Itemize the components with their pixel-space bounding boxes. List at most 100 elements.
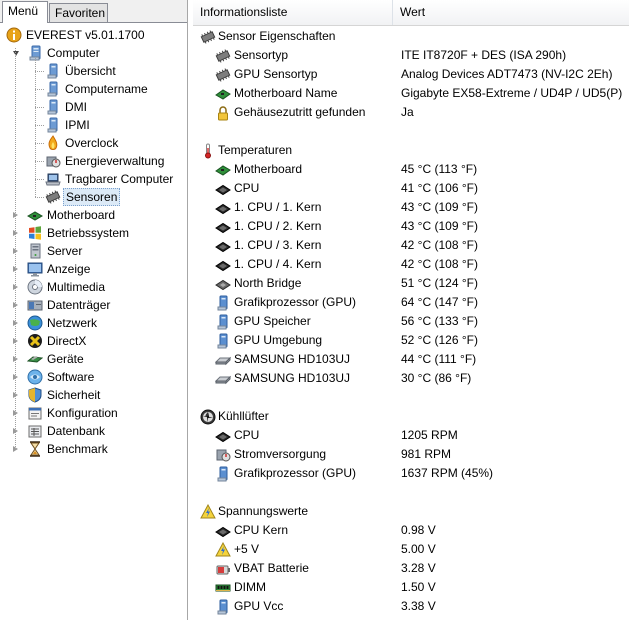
list-row-motherboard[interactable]: Motherboard 45 °C (113 °F): [193, 160, 629, 179]
security-icon: [27, 387, 43, 403]
row-value: 42 °C (108 °F): [401, 238, 478, 252]
tree-item-datenbank[interactable]: Datenbank: [0, 422, 187, 440]
list-row-grafikprozessor-gpu[interactable]: Grafikprozessor (GPU) 64 °C (147 °F): [193, 293, 629, 312]
tree-item-computer[interactable]: Computer: [0, 44, 187, 62]
list-row-cpu[interactable]: CPU 1205 RPM: [193, 426, 629, 445]
tree-item-label: Netzwerk: [47, 316, 98, 330]
tree-item-label: DMI: [65, 100, 87, 114]
list-row-dimm[interactable]: DIMM 1.50 V: [193, 578, 629, 597]
storage-icon: [27, 297, 43, 313]
sensor-chip-icon: [200, 29, 216, 44]
row-label: 1. CPU / 2. Kern: [234, 219, 322, 233]
cpu-icon: [215, 200, 231, 215]
laptop-icon: [45, 171, 61, 187]
tree-item-energieverwaltung[interactable]: Energieverwaltung: [0, 152, 187, 170]
list-row-5-v[interactable]: +5 V 5.00 V: [193, 540, 629, 559]
tree-item-software[interactable]: Software: [0, 368, 187, 386]
list-row-gpu-speicher[interactable]: GPU Speicher 56 °C (133 °F): [193, 312, 629, 331]
row-label: 1. CPU / 3. Kern: [234, 238, 322, 252]
info-page-icon: [45, 99, 61, 115]
tree-item-geraete[interactable]: Geräte: [0, 350, 187, 368]
tree-item-anzeige[interactable]: Anzeige: [0, 260, 187, 278]
power-icon: [45, 153, 61, 169]
column-header-wert[interactable]: Wert: [393, 0, 600, 25]
list-row-stromversorgung[interactable]: Stromversorgung 981 RPM: [193, 445, 629, 464]
list-row-grafikprozessor-gpu[interactable]: Grafikprozessor (GPU) 1637 RPM (45%): [193, 464, 629, 483]
cpu-icon: [215, 238, 231, 253]
tree-item-server[interactable]: Server: [0, 242, 187, 260]
list-row-1-cpu-3-kern[interactable]: 1. CPU / 3. Kern 42 °C (108 °F): [193, 236, 629, 255]
tree-item-label: Sicherheit: [47, 388, 101, 402]
tree-item-konfiguration[interactable]: Konfiguration: [0, 404, 187, 422]
list-row-samsung-hd103uj[interactable]: SAMSUNG HD103UJ 44 °C (111 °F): [193, 350, 629, 369]
list-row-cpu-kern[interactable]: CPU Kern 0.98 V: [193, 521, 629, 540]
list-row-gpu-umgebung[interactable]: GPU Umgebung 52 °C (126 °F): [193, 331, 629, 350]
list-row-samsung-hd103uj[interactable]: SAMSUNG HD103UJ 30 °C (86 °F): [193, 369, 629, 388]
list-row-1-cpu-2-kern[interactable]: 1. CPU / 2. Kern 43 °C (109 °F): [193, 217, 629, 236]
info-page-icon: [45, 81, 61, 97]
tree-item-label: Computer: [47, 46, 100, 60]
tree-item-overclock[interactable]: Overclock: [0, 134, 187, 152]
tab-favorites[interactable]: Favoriten: [49, 3, 108, 22]
devices-icon: [27, 351, 43, 367]
row-value: Gigabyte EX58-Extreme / UD4P / UD5(P): [401, 86, 623, 100]
row-value: Analog Devices ADT7473 (NV-I2C 2Eh): [401, 67, 613, 81]
group-header-kuehlluefter[interactable]: Kühllüfter: [193, 407, 629, 426]
server-icon: [27, 243, 43, 259]
row-value: 64 °C (147 °F): [401, 295, 478, 309]
motherboard-icon: [215, 162, 231, 177]
list-row-gpu-vcc[interactable]: GPU Vcc 3.38 V: [193, 597, 629, 616]
row-value: 52 °C (126 °F): [401, 333, 478, 347]
tree-item-directx[interactable]: DirectX: [0, 332, 187, 350]
database-icon: [27, 423, 43, 439]
tree-item-motherboard[interactable]: Motherboard: [0, 206, 187, 224]
tab-menu[interactable]: Menü: [2, 1, 48, 23]
group-header-sensor-eigenschaften[interactable]: Sensor Eigenschaften: [193, 27, 629, 46]
list-row-motherboard-name[interactable]: Motherboard Name Gigabyte EX58-Extreme / …: [193, 84, 629, 103]
cpu-icon: [215, 219, 231, 234]
column-header-informationsliste[interactable]: Informationsliste: [193, 0, 393, 25]
info-page-icon: [45, 117, 61, 133]
group-header-temperaturen[interactable]: Temperaturen: [193, 141, 629, 160]
tree-item-computername[interactable]: Computername: [0, 80, 187, 98]
row-label: Motherboard Name: [234, 86, 338, 100]
fan-icon: [200, 409, 216, 425]
multimedia-icon: [27, 279, 43, 295]
list-row-north-bridge[interactable]: North Bridge 51 °C (124 °F): [193, 274, 629, 293]
list-row-gehaeusezutritt-gefunden[interactable]: Gehäusezutritt gefunden Ja: [193, 103, 629, 122]
row-value: 43 °C (109 °F): [401, 219, 478, 233]
lock-icon: [215, 105, 231, 121]
row-label: DIMM: [234, 580, 266, 594]
hard-drive-icon: [215, 371, 231, 386]
list-row-cpu[interactable]: CPU 41 °C (106 °F): [193, 179, 629, 198]
hard-drive-icon: [215, 352, 231, 367]
list-row-sensortyp[interactable]: Sensortyp ITE IT8720F + DES (ISA 290h): [193, 46, 629, 65]
group-header-spannungswerte[interactable]: Spannungswerte: [193, 502, 629, 521]
tree-item-netzwerk[interactable]: Netzwerk: [0, 314, 187, 332]
tree-item-multimedia[interactable]: Multimedia: [0, 278, 187, 296]
list-row-1-cpu-4-kern[interactable]: 1. CPU / 4. Kern 42 °C (108 °F): [193, 255, 629, 274]
tree-connector-line: [35, 143, 44, 144]
tree-item-uebersicht[interactable]: Übersicht: [0, 62, 187, 80]
row-label: 1. CPU / 4. Kern: [234, 257, 322, 271]
row-value: 981 RPM: [401, 447, 452, 461]
tree-connector-line: [35, 125, 44, 126]
row-value: 5.00 V: [401, 542, 436, 556]
tree-item-label: Motherboard: [47, 208, 116, 222]
list-row-vbat-batterie[interactable]: VBAT Batterie 3.28 V: [193, 559, 629, 578]
windows-flag-icon: [27, 225, 43, 241]
list-row-1-cpu-1-kern[interactable]: 1. CPU / 1. Kern 43 °C (109 °F): [193, 198, 629, 217]
tree-item-sicherheit[interactable]: Sicherheit: [0, 386, 187, 404]
tree-item-ipmi[interactable]: IPMI: [0, 116, 187, 134]
tree-item-betriebssystem[interactable]: Betriebssystem: [0, 224, 187, 242]
tree-item-datentraeger[interactable]: Datenträger: [0, 296, 187, 314]
tree-collapse-toggle[interactable]: [13, 51, 19, 56]
tree-item-label: Datenträger: [47, 298, 111, 312]
tree-item-dmi[interactable]: DMI: [0, 98, 187, 116]
list-row-gpu-sensortyp[interactable]: GPU Sensortyp Analog Devices ADT7473 (NV-…: [193, 65, 629, 84]
tree-item-benchmark[interactable]: Benchmark: [0, 440, 187, 458]
tree-item-tragbarer-computer[interactable]: Tragbarer Computer: [0, 170, 187, 188]
tree-item-sensoren[interactable]: Sensoren: [0, 188, 187, 206]
tree-root-everest[interactable]: EVEREST v5.01.1700: [0, 26, 187, 44]
power-supply-icon: [215, 447, 231, 462]
